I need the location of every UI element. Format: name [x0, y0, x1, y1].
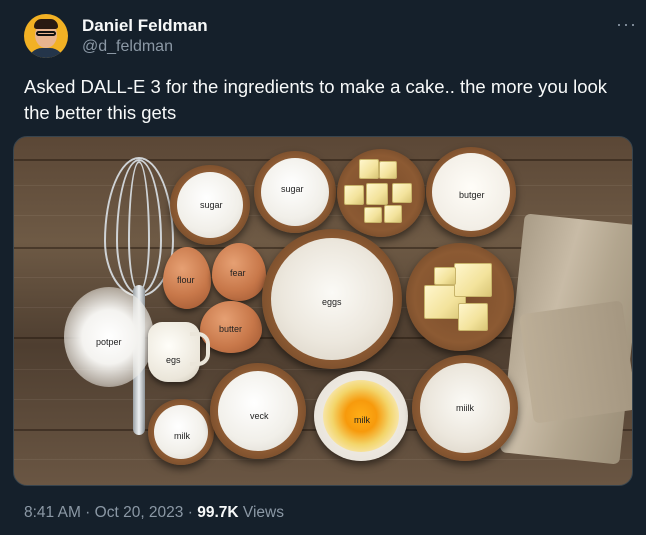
avatar-glasses — [36, 31, 56, 36]
wood-plank-line — [14, 159, 632, 161]
more-horizontal-icon[interactable]: ··· — [616, 14, 637, 35]
label-milk-small: milk — [174, 431, 190, 441]
label-egs: egs — [166, 355, 181, 365]
butter-block — [454, 263, 492, 297]
butter-cube — [379, 161, 397, 179]
separator: · — [80, 504, 95, 521]
butter-cube — [392, 183, 412, 203]
tweet-header: Daniel Feldman @d_feldman ··· — [24, 14, 636, 64]
butter-cube — [359, 159, 379, 179]
label-flour: flour — [177, 275, 195, 285]
label-eggs: eggs — [322, 297, 342, 307]
linen-cloth-fold — [518, 300, 632, 424]
butter-cube — [366, 183, 388, 205]
label-potper: potper — [96, 337, 122, 347]
tweet-footer: 8:41 AM · Oct 20, 2023 · 99.7K Views — [24, 504, 284, 522]
label-sugar-left: sugar — [200, 200, 223, 210]
author-handle[interactable]: @d_feldman — [82, 38, 173, 56]
butter-cube — [384, 205, 402, 223]
views-count[interactable]: 99.7K — [197, 504, 238, 521]
label-milk-yolk: milk — [354, 415, 370, 425]
pitcher-handle — [190, 332, 210, 366]
label-fear: fear — [230, 268, 246, 278]
label-miilk: miilk — [456, 403, 474, 413]
butter-block — [434, 267, 456, 285]
label-butter: butter — [219, 324, 243, 334]
author-name[interactable]: Daniel Feldman — [82, 16, 208, 36]
label-veck: veck — [250, 411, 269, 421]
separator: · — [183, 504, 198, 521]
wood-grain — [14, 459, 632, 460]
butter-cube — [344, 185, 364, 205]
butter-cube — [364, 207, 382, 223]
label-butger: butger — [459, 190, 485, 200]
avatar[interactable] — [24, 14, 68, 58]
label-sugar-top: sugar — [281, 184, 304, 194]
avatar-shirt — [28, 48, 64, 58]
avatar-hair — [34, 19, 58, 29]
butter-block — [458, 303, 488, 331]
tweet-image[interactable]: potper sugar sugar butger flour fear but… — [13, 136, 633, 486]
tweet-date[interactable]: Oct 20, 2023 — [95, 504, 184, 521]
views-label: Views — [238, 504, 284, 521]
tweet-text: Asked DALL-E 3 for the ingredients to ma… — [24, 76, 608, 123]
tweet-time[interactable]: 8:41 AM — [24, 504, 81, 521]
